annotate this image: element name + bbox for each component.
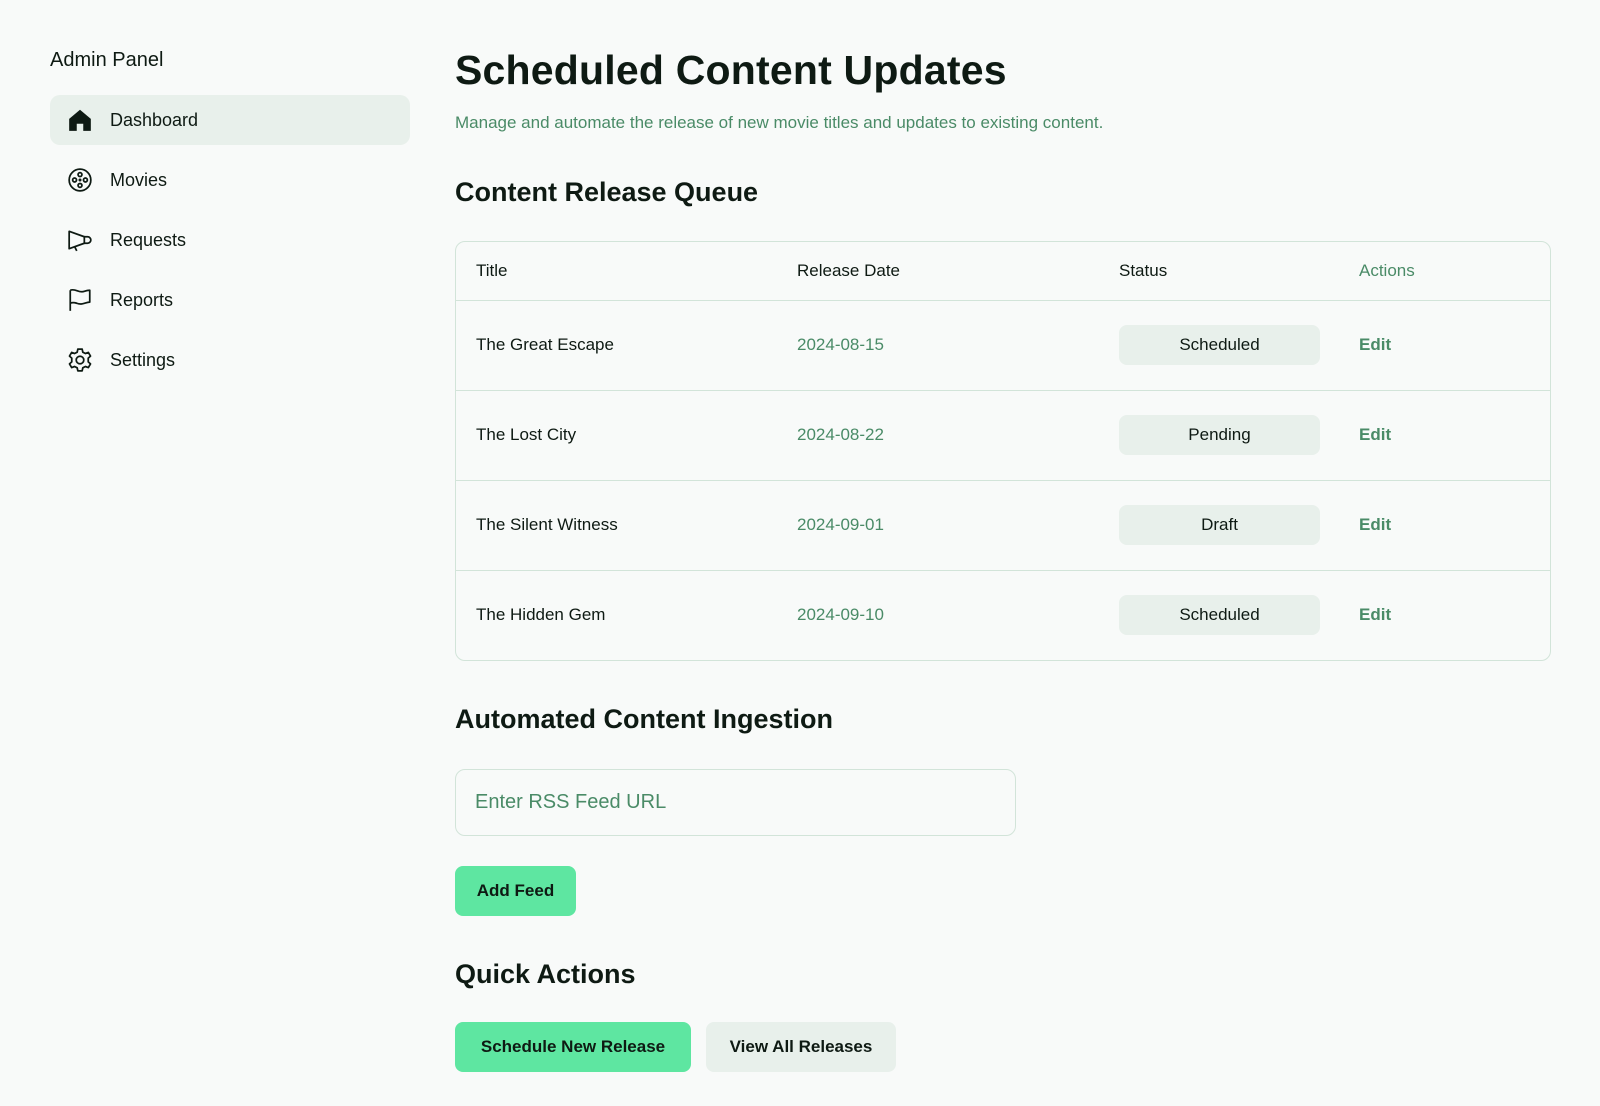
table-row: The Silent Witness 2024-09-01 Draft Edit <box>456 480 1550 571</box>
page-title: Scheduled Content Updates <box>455 47 1007 93</box>
release-queue-heading: Content Release Queue <box>455 177 759 207</box>
row-release-date: 2024-08-15 <box>777 300 1099 391</box>
rss-feed-url-input[interactable] <box>455 769 1016 836</box>
brand-title: Admin Panel <box>50 49 164 71</box>
sidebar-item-reports[interactable]: Reports <box>50 275 410 325</box>
megaphone-icon <box>66 226 94 254</box>
view-all-releases-button[interactable]: View All Releases <box>706 1022 896 1072</box>
status-badge: Pending <box>1119 415 1320 455</box>
sidebar-item-dashboard[interactable]: Dashboard <box>50 95 410 145</box>
sidebar-item-label: Dashboard <box>110 109 199 130</box>
table-header-row: Title Release Date Status Actions <box>456 242 1550 301</box>
sidebar: Admin Panel Dashboard Movies Requests Re… <box>50 44 410 395</box>
sidebar-item-label: Requests <box>110 229 187 250</box>
edit-link[interactable]: Edit <box>1359 605 1391 624</box>
release-queue-table: Title Release Date Status Actions The Gr… <box>455 241 1551 661</box>
sidebar-item-movies[interactable]: Movies <box>50 155 410 205</box>
column-header-title: Title <box>456 242 777 301</box>
table-row: The Lost City 2024-08-22 Pending Edit <box>456 390 1550 481</box>
row-title: The Great Escape <box>456 300 777 391</box>
status-badge: Scheduled <box>1119 595 1320 636</box>
row-release-date: 2024-09-10 <box>797 605 884 625</box>
row-title: The Hidden Gem <box>476 605 606 625</box>
home-icon <box>66 106 94 134</box>
schedule-new-release-button[interactable]: Schedule New Release <box>455 1022 691 1072</box>
sidebar-item-label: Reports <box>110 289 174 310</box>
sidebar-item-settings[interactable]: Settings <box>50 335 410 385</box>
column-header-actions: Actions <box>1339 242 1550 301</box>
row-release-date: 2024-08-22 <box>777 390 1099 481</box>
row-title: The Silent Witness <box>456 480 777 571</box>
edit-link[interactable]: Edit <box>1359 335 1391 354</box>
table-row: The Hidden Gem 2024-09-10 Scheduled Edit <box>456 570 1550 660</box>
sidebar-item-requests[interactable]: Requests <box>50 215 410 265</box>
gear-icon <box>66 346 94 374</box>
row-release-date: 2024-09-01 <box>777 480 1099 571</box>
quick-actions-heading: Quick Actions <box>455 959 636 989</box>
page-subtitle: Manage and automate the release of new m… <box>455 113 1104 132</box>
film-reel-icon <box>66 166 94 194</box>
table-row: The Great Escape 2024-08-15 Scheduled Ed… <box>456 300 1550 391</box>
sidebar-item-label: Movies <box>110 169 168 190</box>
main-content: Scheduled Content Updates Manage and aut… <box>455 40 1555 1072</box>
add-feed-button[interactable]: Add Feed <box>455 866 576 916</box>
flag-icon <box>66 286 94 314</box>
column-header-release-date: Release Date <box>777 242 1099 301</box>
status-badge: Scheduled <box>1119 325 1320 365</box>
edit-link[interactable]: Edit <box>1359 515 1391 534</box>
sidebar-item-label: Settings <box>110 349 176 370</box>
quick-actions-row: Schedule New Release View All Releases <box>455 1022 1555 1072</box>
row-title: The Lost City <box>456 390 777 481</box>
app-root: Admin Panel Dashboard Movies Requests Re… <box>0 0 1600 1106</box>
ingestion-heading: Automated Content Ingestion <box>455 704 833 734</box>
edit-link[interactable]: Edit <box>1359 425 1391 444</box>
status-badge: Draft <box>1119 505 1320 545</box>
column-header-status: Status <box>1099 242 1339 301</box>
